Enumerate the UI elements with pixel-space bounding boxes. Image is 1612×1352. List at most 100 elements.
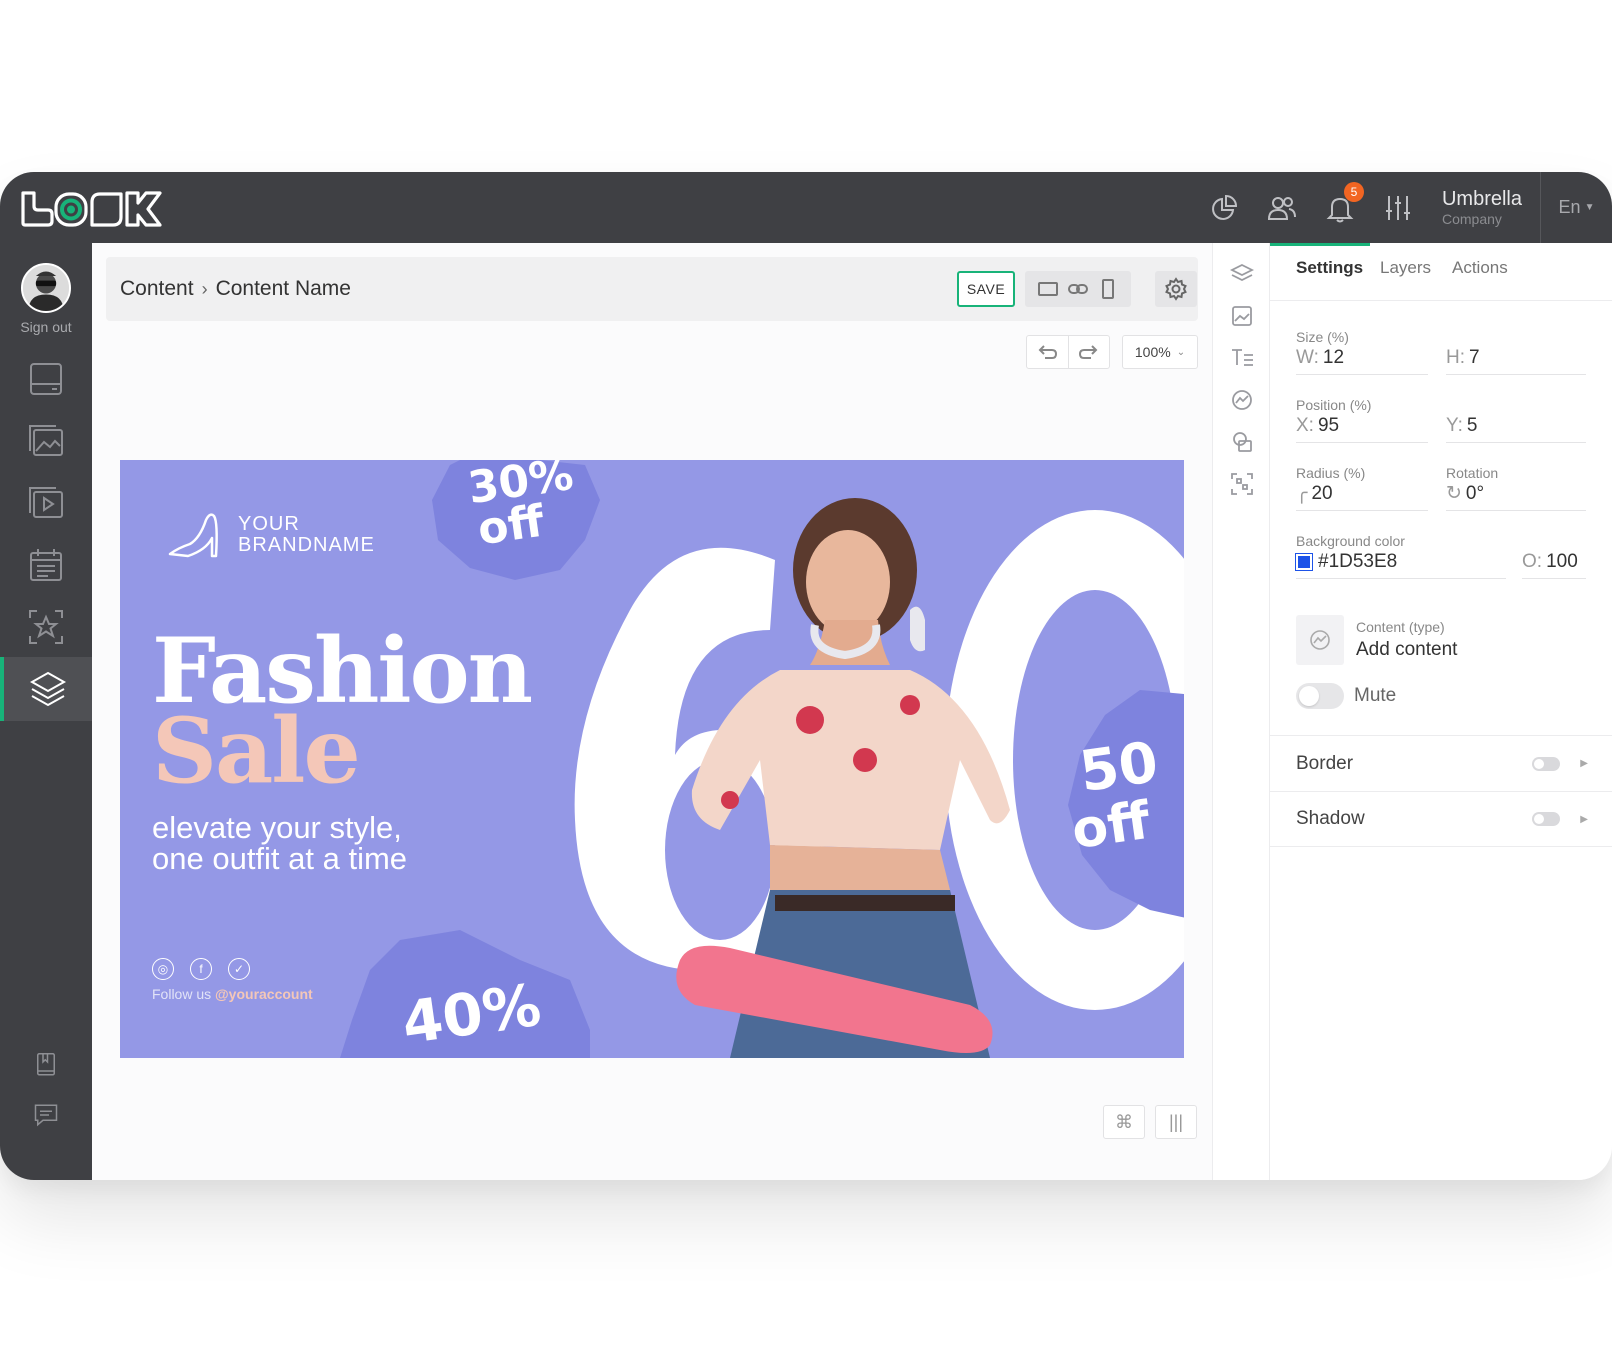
shadow-toggle[interactable] xyxy=(1532,812,1561,826)
rail-qr[interactable] xyxy=(1229,471,1255,497)
x-field[interactable]: X: 95 xyxy=(1296,409,1428,443)
avatar[interactable] xyxy=(21,263,71,313)
sliders-icon[interactable] xyxy=(1380,190,1416,226)
portrait-icon[interactable] xyxy=(1097,278,1119,300)
headline-sale: Sale xyxy=(152,698,361,804)
star-frame-icon xyxy=(29,610,63,644)
bgcolor-field[interactable]: #1D53E8 xyxy=(1295,545,1506,579)
editor-canvas-area: Content › Content Name SAVE 100% ⌄ YOUR … xyxy=(92,243,1212,1180)
radius-field[interactable]: ╭ 20 xyxy=(1296,477,1428,511)
tab-settings[interactable]: Settings xyxy=(1296,243,1363,301)
sidebar-item-templates[interactable] xyxy=(0,595,92,659)
calendar-icon xyxy=(30,549,62,581)
settings-button[interactable] xyxy=(1155,271,1197,307)
instagram-icon: ◎ xyxy=(152,958,174,980)
width-value: 12 xyxy=(1322,346,1345,368)
height-field[interactable]: H: 7 xyxy=(1446,341,1586,375)
tab-layers[interactable]: Layers xyxy=(1380,243,1431,301)
rail-image[interactable] xyxy=(1229,303,1255,329)
sign-out-link[interactable]: Sign out xyxy=(0,319,92,335)
opacity-field[interactable]: O: 100 xyxy=(1522,545,1586,579)
chevron-right-icon: ▶ xyxy=(1580,758,1588,769)
users-icon[interactable] xyxy=(1264,190,1300,226)
banner-preview[interactable]: YOUR BRANDNAME Fashion Sale elevate your… xyxy=(120,460,1184,1058)
shoe-logo-icon xyxy=(168,513,218,558)
sidebar-item-videos[interactable] xyxy=(0,471,92,535)
brand-name: YOUR BRANDNAME xyxy=(238,514,375,556)
sidebar-item-schedule[interactable] xyxy=(0,533,92,597)
follow-prefix: Follow us xyxy=(152,986,216,1002)
rail-shapes[interactable] xyxy=(1229,429,1255,455)
link-icon[interactable] xyxy=(1067,278,1089,300)
sidebar-item-support[interactable] xyxy=(0,1083,92,1147)
brand-line-2: BRANDNAME xyxy=(238,534,375,556)
bgcolor-value: #1D53E8 xyxy=(1318,550,1398,572)
radius-value: 20 xyxy=(1311,482,1333,504)
rail-text[interactable] xyxy=(1229,345,1255,371)
qr-scan-icon xyxy=(1231,473,1253,495)
tab-actions[interactable]: Actions xyxy=(1452,243,1508,301)
save-button[interactable]: SAVE xyxy=(957,271,1015,307)
layers-icon xyxy=(1229,263,1255,282)
content-type-label: Content (type) xyxy=(1356,619,1445,635)
image-icon xyxy=(29,425,63,456)
editor-toolbar: Content › Content Name SAVE xyxy=(106,257,1198,321)
tagline-line-2: one outfit at a time xyxy=(152,841,408,876)
rotation-value: 0° xyxy=(1465,482,1485,504)
zoom-select[interactable]: 100% ⌄ xyxy=(1122,335,1198,369)
panel-tabs: Settings Layers Actions xyxy=(1270,243,1612,301)
notification-count-badge: 5 xyxy=(1343,181,1364,202)
sidebar-item-screens[interactable] xyxy=(0,347,92,411)
undo-button[interactable] xyxy=(1027,336,1069,368)
content-type-value: Add content xyxy=(1356,639,1458,660)
badge-30-off: off xyxy=(474,495,548,556)
mute-toggle[interactable] xyxy=(1296,683,1344,709)
sidebar-item-content[interactable] xyxy=(0,657,92,721)
notifications-bell-icon[interactable]: 5 xyxy=(1322,181,1364,226)
screen-icon xyxy=(30,363,62,395)
border-section[interactable]: Border ▶ xyxy=(1270,735,1612,791)
badge-50: 50 xyxy=(1075,729,1163,806)
mute-row: Mute xyxy=(1296,683,1396,709)
look-logo[interactable] xyxy=(20,190,166,228)
rotate-icon: ↻ xyxy=(1446,483,1462,504)
width-prefix: W: xyxy=(1296,346,1319,368)
app-window: 5 Umbrella Company En ▼ Sign out Content… xyxy=(0,172,1612,1180)
canvas-bottom-controls: ⌘ ||| xyxy=(1103,1105,1197,1139)
company-switcher[interactable]: Umbrella Company xyxy=(1438,172,1540,243)
rotation-field[interactable]: ↻ 0° xyxy=(1446,477,1586,511)
sidebar-item-images[interactable] xyxy=(0,409,92,473)
image-icon xyxy=(1232,306,1252,326)
width-field[interactable]: W: 12 xyxy=(1296,341,1428,375)
shortcuts-button[interactable]: ⌘ xyxy=(1103,1105,1145,1139)
content-type-picker[interactable]: Content (type) Add content xyxy=(1296,615,1596,665)
language-selector[interactable]: En ▼ xyxy=(1540,172,1612,243)
zoom-value: 100% xyxy=(1134,344,1171,360)
badge-50-off: off xyxy=(1068,790,1154,862)
rail-layers[interactable] xyxy=(1229,261,1255,287)
color-swatch[interactable] xyxy=(1295,552,1313,571)
breadcrumb-current: Content Name xyxy=(215,277,351,300)
history-controls xyxy=(1026,335,1110,369)
redo-button[interactable] xyxy=(1069,336,1110,368)
properties-panel: Settings Layers Actions Size (%) W: 12 H:… xyxy=(1270,243,1612,1180)
analytics-pie-icon[interactable] xyxy=(1206,190,1242,226)
gauge-icon xyxy=(1232,390,1252,410)
y-field[interactable]: Y: 5 xyxy=(1446,409,1586,443)
rail-widget[interactable] xyxy=(1229,387,1255,413)
content-type-icon-box xyxy=(1296,615,1344,665)
opacity-prefix: O: xyxy=(1522,550,1543,572)
text-icon xyxy=(1232,349,1253,366)
redo-icon xyxy=(1078,345,1098,359)
shadow-section[interactable]: Shadow ▶ xyxy=(1270,791,1612,847)
landscape-icon[interactable] xyxy=(1037,278,1059,300)
language-label: En xyxy=(1558,197,1581,217)
breadcrumb-root[interactable]: Content xyxy=(120,277,194,301)
breadcrumb: Content › Content Name xyxy=(120,277,351,301)
grid-columns-button[interactable]: ||| xyxy=(1155,1105,1197,1139)
facebook-icon: f xyxy=(190,958,212,980)
breadcrumb-separator: › xyxy=(201,278,208,299)
border-toggle[interactable] xyxy=(1532,756,1561,771)
undo-icon xyxy=(1038,345,1058,359)
gauge-icon xyxy=(1310,630,1330,650)
